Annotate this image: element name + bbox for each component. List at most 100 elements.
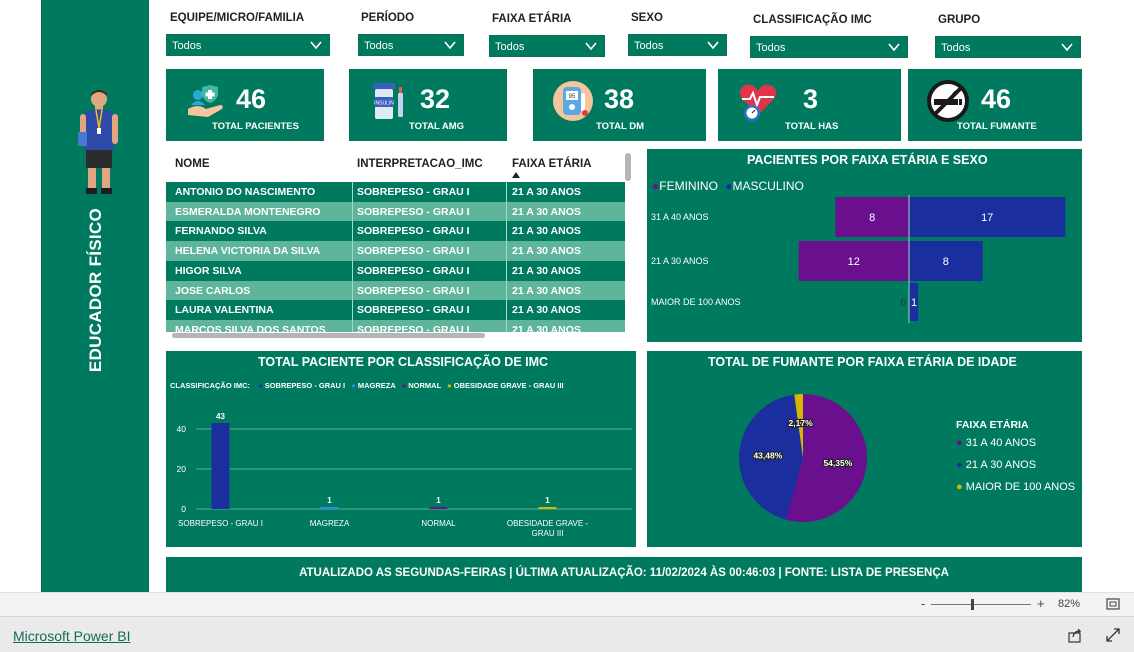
kpi-label: TOTAL AMG (409, 121, 465, 132)
bar (211, 423, 230, 509)
chart-age-sex-panel: PACIENTES POR FAIXA ETÁRIA E SEXO ●FEMIN… (647, 149, 1082, 342)
chevron-down-icon (707, 41, 719, 50)
legend-label: MAIOR DE 100 ANOS (965, 481, 1076, 493)
kpi-total-fumante: 46 TOTAL FUMANTE (908, 69, 1082, 141)
fit-to-page-icon[interactable] (1106, 598, 1120, 610)
table-vertical-scrollbar[interactable] (625, 153, 631, 181)
data-label: 8 (869, 212, 875, 224)
no-smoking-icon (927, 80, 969, 122)
x-tick-label: NORMAL (421, 519, 456, 528)
pie-legend-item: ● 31 A 40 ANOS (956, 437, 1036, 449)
chevron-down-icon (310, 41, 322, 50)
table-row[interactable]: ESMERALDA MONTENEGRO SOBREPESO - GRAU I 21… (166, 202, 625, 222)
pie-data-label: 43,48% (753, 451, 782, 461)
fullscreen-icon[interactable] (1106, 628, 1120, 642)
column-header-interpretacao-imc[interactable]: INTERPRETACAO_IMC (357, 158, 483, 170)
data-label: 1 (545, 496, 550, 505)
sidebar-title: EDUCADOR FÍSICO (86, 207, 105, 373)
cell-imc: SOBREPESO - GRAU I (357, 324, 470, 332)
data-label: 0 (900, 298, 906, 309)
cell-imc: SOBREPESO - GRAU I (357, 265, 470, 277)
cell-nome: LAURA VALENTINA (175, 304, 274, 316)
filter-select-classificacao-imc[interactable]: Todos (750, 36, 908, 58)
cell-imc: SOBREPESO - GRAU I (357, 186, 470, 198)
pie-legend-title: FAIXA ETÁRIA (956, 419, 1029, 431)
zoom-out-button[interactable]: - (921, 596, 925, 611)
cell-nome: MARCOS SILVA DOS SANTOS (175, 324, 326, 332)
chart-smokers-pie: 54,35% 43,48% 2,17% (739, 394, 867, 522)
x-tick-label: OBESIDADE GRAVE - (507, 519, 589, 528)
cell-faixa: 21 A 30 ANOS (512, 245, 581, 257)
heart-pressure-icon (739, 84, 777, 121)
kpi-label: TOTAL PACIENTES (212, 121, 299, 132)
cell-imc: SOBREPESO - GRAU I (357, 304, 470, 316)
share-icon[interactable] (1067, 627, 1083, 643)
legend-label: 21 A 30 ANOS (965, 459, 1037, 471)
kpi-label: TOTAL HAS (785, 121, 839, 132)
data-label: 43 (216, 412, 225, 421)
filter-select-faixa-etaria[interactable]: Todos (489, 35, 605, 57)
filter-value: Todos (495, 41, 525, 53)
filter-select-equipe[interactable]: Todos (166, 34, 330, 56)
kpi-total-amg: INSULIN 32 TOTAL AMG (349, 69, 507, 141)
power-bi-link[interactable]: Microsoft Power BI (13, 628, 130, 644)
filter-value: Todos (172, 40, 202, 52)
table-row[interactable]: HELENA VICTORIA DA SILVA SOBREPESO - GRAU… (166, 241, 625, 261)
chart-smokers-panel: TOTAL DE FUMANTE POR FAIXA ETÁRIA DE IDA… (647, 351, 1082, 547)
cell-imc: SOBREPESO - GRAU I (357, 245, 470, 257)
cell-imc: SOBREPESO - GRAU I (357, 225, 470, 237)
kpi-value: 46 (236, 84, 267, 114)
category-label: MAIOR DE 100 ANOS (651, 297, 741, 307)
table-row[interactable]: JOSE CARLOS SOBREPESO - GRAU I 21 A 30 ANO… (166, 281, 625, 301)
legend-dot: ● (956, 437, 963, 449)
filter-select-grupo[interactable]: Todos (935, 36, 1081, 58)
filter-label-equipe: EQUIPE/MICRO/FAMILIA (170, 12, 305, 24)
legend-dot: ● (956, 459, 963, 471)
chart-age-sex: 31 A 40 ANOS 8 17 21 A 30 ANOS 12 8 MAIOR DE 1… (651, 195, 1066, 323)
kpi-label: TOTAL DM (596, 121, 645, 132)
filter-value: Todos (364, 40, 394, 52)
zoom-in-button[interactable]: + (1037, 596, 1045, 611)
kpi-label: TOTAL FUMANTE (957, 121, 1037, 132)
bottom-bar (0, 616, 1134, 652)
sort-ascending-icon[interactable] (512, 172, 520, 178)
pie-legend-item: ● 21 A 30 ANOS (956, 459, 1036, 471)
cell-nome: ESMERALDA MONTENEGRO (175, 206, 321, 218)
filter-select-sexo[interactable]: Todos (628, 34, 727, 56)
column-header-nome[interactable]: NOME (175, 158, 210, 170)
table-row[interactable]: MARCOS SILVA DOS SANTOS SOBREPESO - GRAU … (166, 320, 625, 332)
cell-nome: FERNANDO SILVA (175, 225, 267, 237)
cell-faixa: 21 A 30 ANOS (512, 265, 581, 277)
kpi-value: 32 (420, 84, 451, 114)
zoom-bar: - + 82% (0, 592, 1134, 616)
filter-select-periodo[interactable]: Todos (358, 34, 464, 56)
kpi-value: 46 (981, 84, 1012, 114)
data-label: 8 (943, 256, 949, 268)
cell-faixa: 21 A 30 ANOS (512, 304, 581, 316)
filter-label-sexo: SEXO (631, 12, 663, 24)
insulin-vial-icon: INSULIN (373, 83, 403, 119)
zoom-slider-track[interactable] (931, 604, 1031, 605)
cell-faixa: 21 A 30 ANOS (512, 324, 581, 332)
chart-imc-panel: TOTAL PACIENTE POR CLASSIFICAÇÃO DE IMC … (166, 351, 636, 547)
column-header-faixa-etaria[interactable]: FAIXA ETÁRIA (512, 158, 591, 170)
filter-label-classificacao-imc: CLASSIFICAÇÃO IMC (753, 14, 872, 26)
cell-nome: JOSE CARLOS (175, 285, 251, 297)
x-tick-label: GRAU III (531, 529, 563, 538)
table-row[interactable]: FERNANDO SILVA SOBREPESO - GRAU I 21 A 30 … (166, 221, 625, 241)
x-tick-label: MAGREZA (310, 519, 350, 528)
filter-value: Todos (634, 40, 664, 52)
kpi-total-has: 3 TOTAL HAS (718, 69, 901, 141)
x-tick-label: SOBREPESO - GRAU I (178, 519, 263, 528)
table-horizontal-scrollbar[interactable] (172, 333, 485, 338)
zoom-slider-thumb[interactable] (971, 599, 974, 610)
category-label: 31 A 40 ANOS (651, 212, 709, 222)
zoom-level: 82% (1058, 598, 1081, 610)
table-row[interactable]: ANTONIO DO NASCIMENTO SOBREPESO - GRAU I 2… (166, 182, 625, 202)
column-divider (352, 182, 353, 332)
table-row[interactable]: LAURA VALENTINA SOBREPESO - GRAU I 21 A 30… (166, 300, 625, 320)
data-label: 1 (327, 496, 332, 505)
category-label: 21 A 30 ANOS (651, 256, 709, 266)
table-row[interactable]: HIGOR SILVA SOBREPESO - GRAU I 21 A 30 ANO… (166, 261, 625, 281)
pie-data-label: 54,35% (823, 458, 852, 468)
